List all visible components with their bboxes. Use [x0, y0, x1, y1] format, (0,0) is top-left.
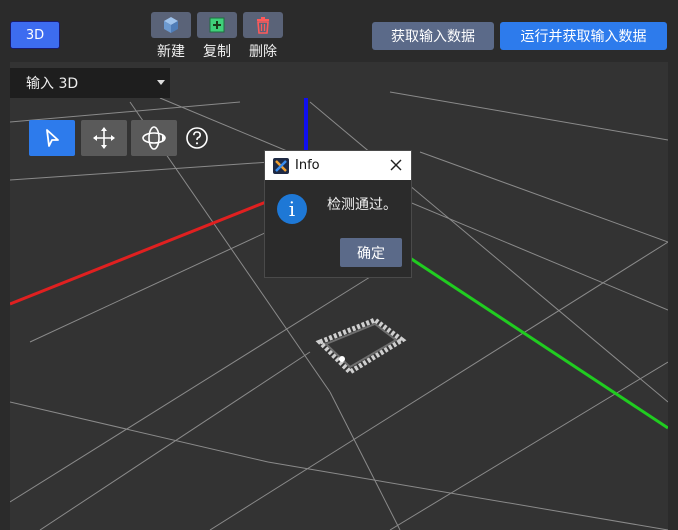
ok-button[interactable]: 确定	[340, 238, 402, 267]
dialog-titlebar[interactable]: Info	[265, 151, 411, 180]
point-cloud-object	[315, 317, 407, 376]
copy-tool[interactable]: 复制	[196, 12, 238, 61]
top-toolbar: 3D 新建 复制 删除 获取输入数据 运行并获取输入数据	[0, 0, 678, 60]
dialog-title: Info	[295, 158, 320, 173]
cube-icon	[151, 12, 191, 38]
dialog-message: 检测通过。	[327, 197, 397, 213]
orbit-tool-button[interactable]	[131, 120, 177, 156]
info-dialog: Info i 检测通过。 确定	[264, 150, 412, 278]
mode-3d-button[interactable]: 3D	[10, 21, 60, 49]
new-label: 新建	[157, 44, 185, 60]
delete-tool[interactable]: 删除	[242, 12, 284, 61]
help-icon	[186, 127, 208, 149]
new-tool[interactable]: 新建	[150, 12, 192, 61]
move-arrows-icon	[93, 127, 115, 149]
chevron-down-icon	[157, 80, 165, 85]
close-icon[interactable]	[388, 157, 404, 173]
delete-label: 删除	[249, 44, 277, 60]
get-input-data-button[interactable]: 获取输入数据	[372, 22, 494, 50]
copy-add-icon	[197, 12, 237, 38]
orbit-rotate-icon	[142, 126, 166, 150]
input-3d-select-value: 输入 3D	[26, 76, 79, 92]
run-and-get-input-data-button[interactable]: 运行并获取输入数据	[500, 22, 667, 50]
move-tool-button[interactable]	[81, 120, 127, 156]
input-3d-select[interactable]: 输入 3D	[10, 68, 170, 98]
pointer-select-icon	[46, 129, 59, 147]
help-button[interactable]	[183, 120, 211, 156]
info-icon: i	[277, 194, 307, 224]
app-logo-icon	[273, 157, 289, 174]
select-tool-button[interactable]	[29, 120, 75, 156]
trash-icon	[243, 12, 283, 38]
copy-label: 复制	[203, 44, 231, 60]
